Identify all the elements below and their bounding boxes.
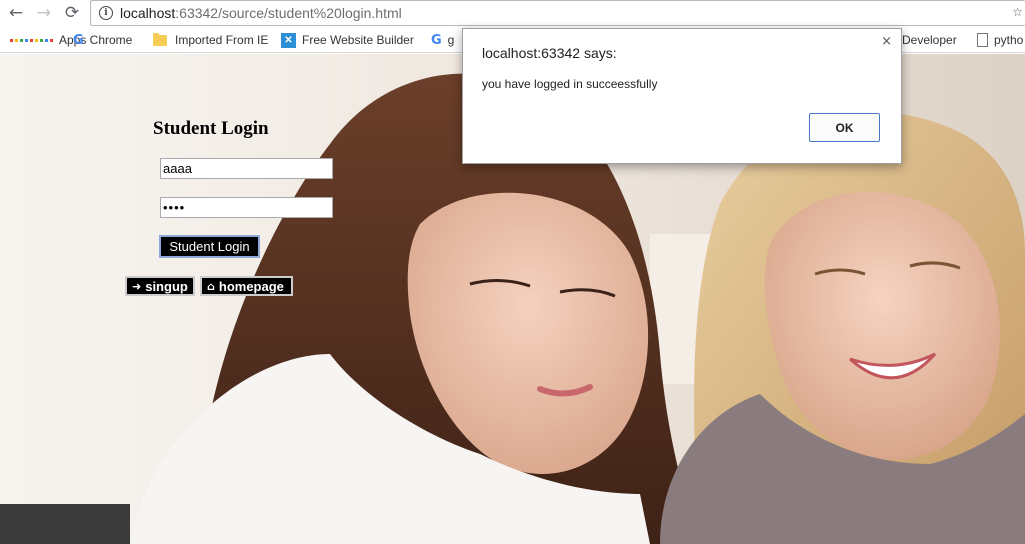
bookmark-label: pytho xyxy=(994,33,1024,47)
password-input[interactable] xyxy=(160,197,333,218)
browser-toolbar: ← → ⟳ i localhost:63342/source/student%2… xyxy=(0,0,1025,26)
alert-message: you have logged in succeessfully xyxy=(482,77,658,91)
bookmark-developer[interactable]: Developer xyxy=(902,27,957,53)
homepage-button[interactable]: ⌂ homepage xyxy=(200,276,293,296)
homepage-label: homepage xyxy=(218,278,284,294)
alert-dialog: localhost:63342 says: × you have logged … xyxy=(462,28,902,164)
ok-button[interactable]: OK xyxy=(809,113,880,142)
back-arrow-icon[interactable]: ← xyxy=(5,2,27,24)
bookmark-label: Developer xyxy=(902,33,957,47)
signup-button[interactable]: ➜ singup xyxy=(125,276,195,296)
bookmark-label: Imported From IE xyxy=(175,33,269,47)
bookmark-label: Chrome xyxy=(89,33,133,47)
bookmark-chrome[interactable]: G Chrome xyxy=(73,27,132,53)
home-icon: ⌂ xyxy=(207,279,215,293)
reload-icon[interactable]: ⟳ xyxy=(61,2,83,24)
url-text[interactable]: localhost:63342/source/student%20login.h… xyxy=(120,5,402,21)
close-icon[interactable]: × xyxy=(881,34,892,49)
url-host: localhost xyxy=(120,5,176,21)
username-input[interactable] xyxy=(160,158,333,179)
google-g-icon: G xyxy=(431,32,442,48)
website-builder-icon: ✕ xyxy=(281,32,296,48)
alert-title: localhost:63342 says: xyxy=(482,45,617,61)
bookmark-free-website-builder[interactable]: ✕ Free Website Builder xyxy=(281,27,414,53)
bookmark-star-icon[interactable]: ☆ xyxy=(1012,5,1023,19)
bookmark-python[interactable]: pytho xyxy=(977,27,1023,53)
url-path: :63342/source/student%20login.html xyxy=(175,5,402,21)
page-title: Student Login xyxy=(153,118,269,139)
forward-arrow-icon[interactable]: → xyxy=(33,2,55,24)
signup-label: singup xyxy=(145,278,188,294)
bookmark-label: g xyxy=(447,33,455,47)
bookmark-label: Free Website Builder xyxy=(302,33,414,47)
sign-in-icon: ➜ xyxy=(132,279,142,293)
site-info-icon[interactable]: i xyxy=(99,6,113,20)
student-login-button[interactable]: Student Login xyxy=(159,235,260,258)
apps-grid-icon xyxy=(10,38,53,42)
google-g-icon: G xyxy=(73,32,84,48)
page-icon xyxy=(977,33,988,47)
bookmark-imported-from-ie[interactable]: Imported From IE xyxy=(153,27,268,53)
address-bar[interactable]: i localhost:63342/source/student%20login… xyxy=(90,0,1025,26)
bookmark-g[interactable]: G g xyxy=(431,27,454,53)
folder-icon xyxy=(153,32,167,46)
